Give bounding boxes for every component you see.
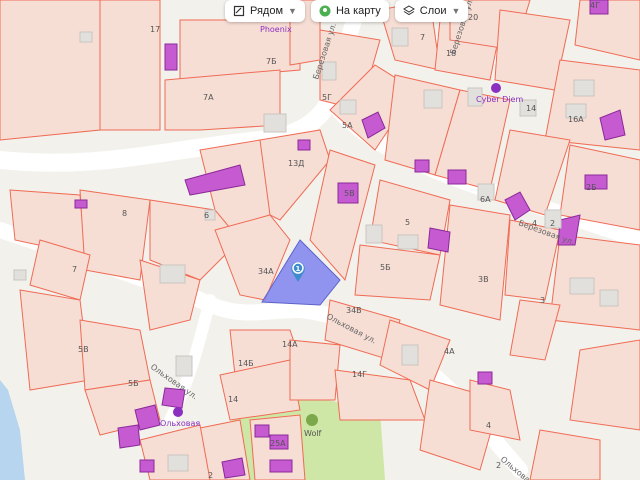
- parcel-label: 14: [526, 104, 536, 113]
- parcel-label: 5В: [344, 189, 355, 198]
- poi-icon: [173, 407, 183, 417]
- parcel-label: 5А: [342, 121, 353, 130]
- on-map-label: На карту: [335, 5, 381, 17]
- parcel-label: 14: [228, 395, 238, 404]
- layers-icon: [402, 5, 415, 16]
- poi-icon: [491, 83, 501, 93]
- parcel-label: 2: [550, 219, 555, 228]
- parcel-label: 14Г: [352, 370, 367, 379]
- parcel-label: 14Б: [238, 359, 254, 368]
- poi-label: Phoenix: [260, 25, 292, 34]
- parcel-label: 7А: [203, 93, 214, 102]
- parcel-label: 4А: [444, 347, 455, 356]
- chevron-down-icon: ▼: [451, 6, 461, 16]
- parcel-label: 25А: [270, 439, 286, 448]
- parcel-label: 2: [208, 471, 213, 480]
- parcel-label: 17: [150, 25, 160, 34]
- parcel-label: 13Д: [288, 159, 304, 168]
- layers-button[interactable]: Слои ▼: [394, 0, 469, 22]
- nearby-icon: [233, 5, 245, 17]
- map-toolbar: Рядом ▼ На карту Слои ▼: [225, 0, 469, 22]
- parcel-label: 8: [122, 209, 127, 218]
- parcel-label: 4: [486, 421, 491, 430]
- parcel-label: 4Г: [590, 1, 600, 10]
- parcel-label: 7Б: [266, 57, 277, 66]
- parcel-label: 6А: [480, 195, 491, 204]
- parcel-label: 2Б: [586, 183, 597, 192]
- parcel-label: 7: [420, 33, 425, 42]
- parcel-label: 14А: [282, 340, 298, 349]
- parcel-label: 5Б: [380, 263, 391, 272]
- layers-label: Слои: [419, 5, 447, 17]
- parcel-label: 3В: [478, 275, 489, 284]
- parcel-label: 16А: [568, 115, 584, 124]
- on-map-icon: [319, 5, 331, 17]
- parcel-label: 34А: [258, 267, 274, 276]
- poi-label: Wolf: [304, 429, 322, 438]
- chevron-down-icon: ▼: [288, 6, 297, 16]
- parcel-label: 3: [540, 296, 545, 305]
- parcel-label: 5Б: [128, 379, 139, 388]
- parcel-label: 7: [72, 265, 77, 274]
- parcel-label: 5В: [78, 345, 89, 354]
- nearby-label: Рядом: [250, 5, 284, 17]
- parcel-label: 6: [204, 211, 209, 220]
- parcel-label: 34В: [346, 306, 362, 315]
- parcel-label: 5: [405, 218, 410, 227]
- poi-label: Cyber Diem: [476, 95, 523, 104]
- poi-label: Ольховая: [160, 419, 200, 428]
- on-map-button[interactable]: На карту: [310, 0, 389, 22]
- marker-number: 1: [296, 265, 301, 273]
- nearby-button[interactable]: Рядом ▼: [225, 0, 305, 22]
- cadastral-map[interactable]: 17 7Б 7А 5Г 5А 20 18 7 14 16А 4Г 13Д 5В …: [0, 0, 640, 480]
- parcel-label: 5Г: [322, 93, 332, 102]
- poi-icon: [306, 414, 318, 426]
